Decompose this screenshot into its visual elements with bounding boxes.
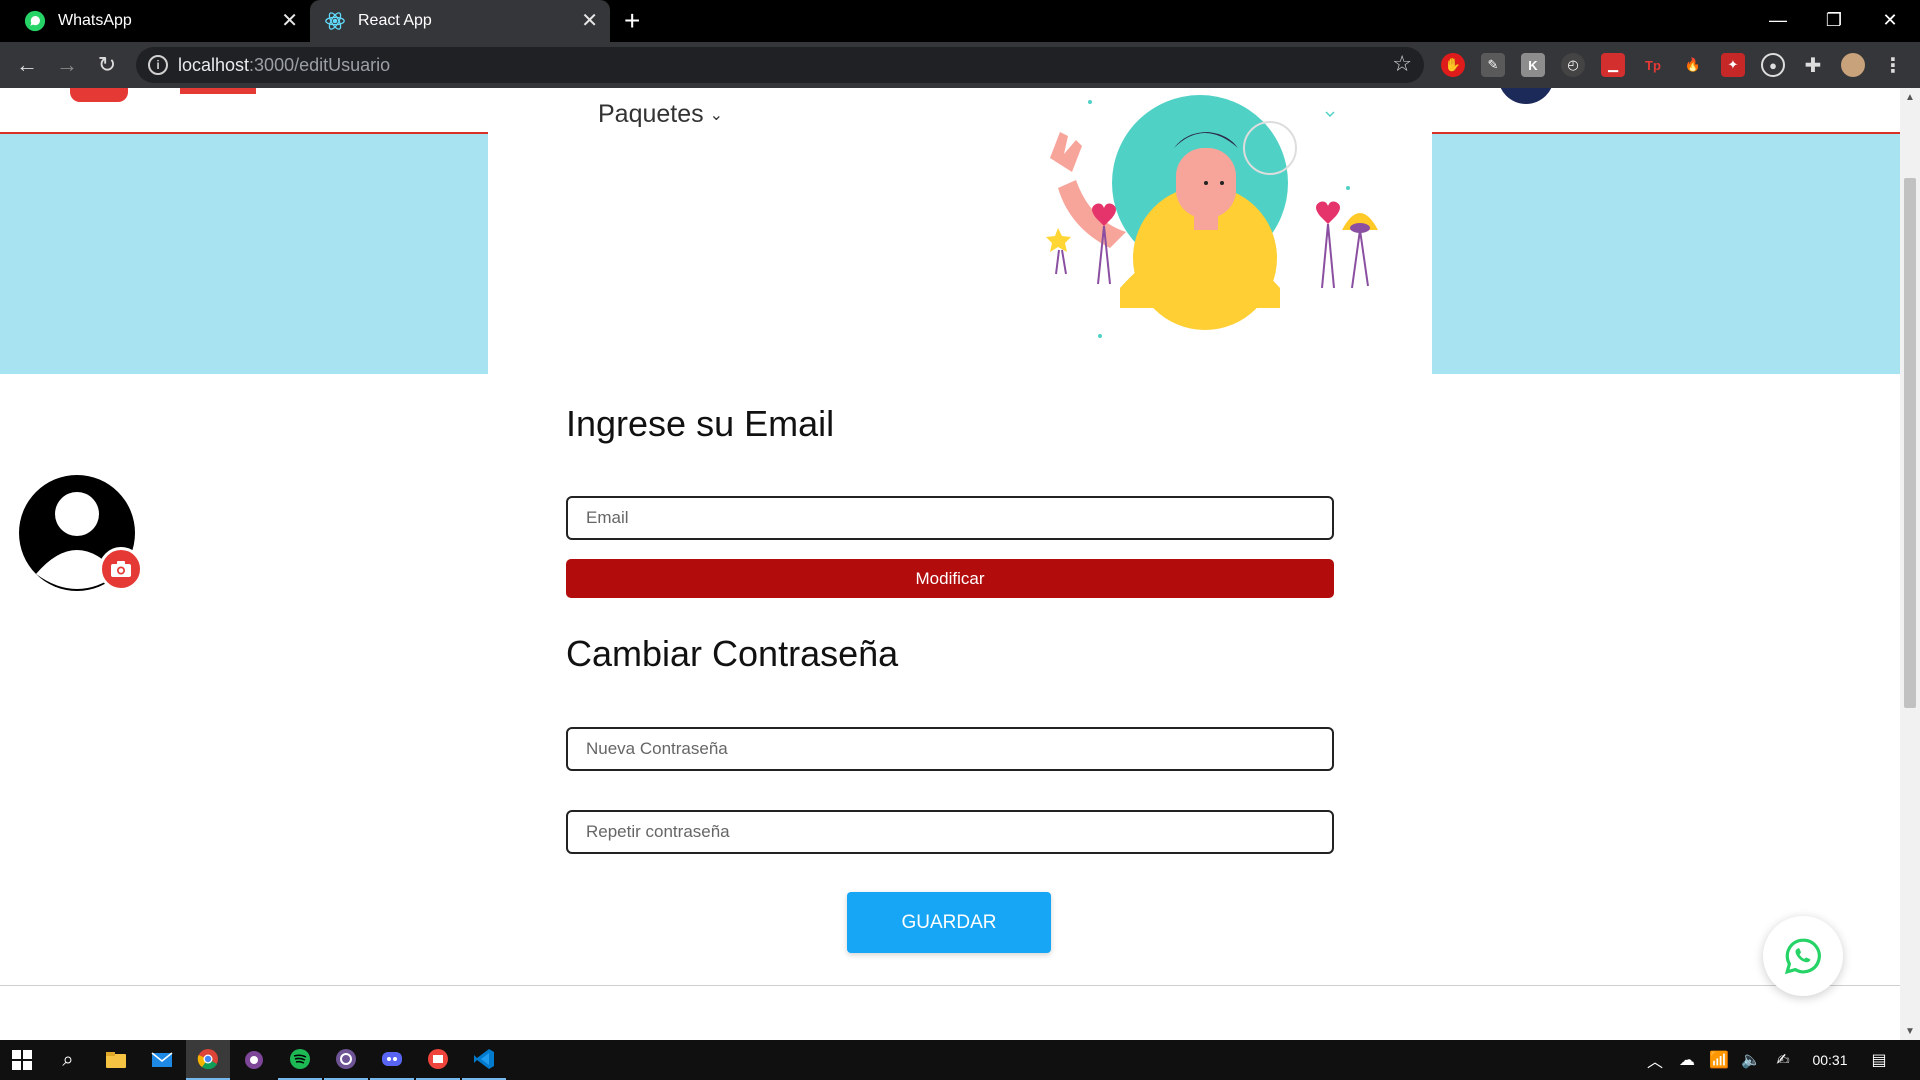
modify-email-button[interactable]: Modificar xyxy=(566,559,1334,598)
mail-icon[interactable] xyxy=(140,1040,184,1080)
github-desktop-icon[interactable] xyxy=(324,1040,368,1080)
anydesk-icon[interactable] xyxy=(416,1040,460,1080)
new-password-input[interactable] xyxy=(566,727,1334,771)
email-input[interactable] xyxy=(566,496,1334,540)
grammar-extension-icon[interactable]: K xyxy=(1521,53,1545,77)
file-explorer-icon[interactable] xyxy=(94,1040,138,1080)
close-tab-icon[interactable]: ✕ xyxy=(281,10,298,32)
url-text[interactable]: localhost:3000/editUsuario xyxy=(178,55,390,76)
scroll-up-icon[interactable]: ▲ xyxy=(1905,92,1915,103)
windows-taskbar: ⌕ ︿ ☁ 📶 🔈 ✍ 00:31 ▤ xyxy=(0,1040,1920,1080)
vscode-icon[interactable] xyxy=(462,1040,506,1080)
notifications-icon[interactable]: ▤ xyxy=(1864,1040,1894,1080)
restore-icon[interactable]: ❐ xyxy=(1806,0,1862,40)
volume-icon[interactable]: 🔈 xyxy=(1736,1040,1766,1080)
scrollbar-thumb[interactable] xyxy=(1904,178,1916,708)
puzzle-red-extension-icon[interactable]: ✦ xyxy=(1721,53,1745,77)
new-tab-icon[interactable]: + xyxy=(624,6,640,36)
chrome-icon[interactable] xyxy=(186,1040,230,1080)
windows-start-icon[interactable] xyxy=(0,1040,44,1080)
whatsapp-icon xyxy=(1784,938,1821,975)
browser-toolbar: ← → ↻ i localhost:3000/editUsuario ☆ ✋ ✎… xyxy=(0,42,1920,88)
save-password-button[interactable]: GUARDAR xyxy=(847,892,1051,953)
react-icon xyxy=(324,10,346,32)
reload-icon[interactable]: ↻ xyxy=(92,50,122,80)
site-info-icon[interactable]: i xyxy=(148,55,168,75)
pen-workspace-icon[interactable]: ✍ xyxy=(1768,1040,1798,1080)
discord-icon[interactable] xyxy=(370,1040,414,1080)
minimize-icon[interactable]: — xyxy=(1750,0,1806,40)
chart-extension-icon[interactable]: ▁ xyxy=(1601,53,1625,77)
logo-text xyxy=(180,88,256,94)
tp-extension-icon[interactable]: Tp xyxy=(1641,53,1665,77)
search-icon[interactable]: ⌕ xyxy=(46,1040,90,1080)
page-content: Paquetes ⌄ Ingrese su Email Email Modifi… xyxy=(0,88,1900,1040)
logo xyxy=(70,88,128,102)
menu-kebab-icon[interactable]: ⋮ xyxy=(1881,53,1905,77)
whatsapp-float-button[interactable] xyxy=(1763,916,1843,996)
tab-whatsapp[interactable]: WhatsApp ✕ xyxy=(10,0,310,42)
hero-band-right xyxy=(1432,134,1900,374)
extensions-puzzle-icon[interactable]: ✚ xyxy=(1801,53,1825,77)
scroll-down-icon[interactable]: ▼ xyxy=(1905,1026,1915,1037)
tor-browser-icon[interactable] xyxy=(232,1040,276,1080)
fire-extension-icon[interactable]: 🔥 xyxy=(1681,53,1705,77)
change-photo-button[interactable] xyxy=(99,547,143,591)
user-avatar[interactable] xyxy=(1498,88,1554,104)
speed-extension-icon[interactable]: ◴ xyxy=(1561,53,1585,77)
repeat-password-input[interactable] xyxy=(566,810,1334,854)
tab-title: WhatsApp xyxy=(58,12,132,29)
password-section-title: Cambiar Contraseña xyxy=(566,633,899,674)
email-section-title: Ingrese su Email xyxy=(566,403,835,444)
camera-icon xyxy=(111,561,131,577)
spotify-icon[interactable] xyxy=(278,1040,322,1080)
footer-divider xyxy=(0,985,1900,986)
browser-tab-bar: WhatsApp ✕ React App ✕ + — ❐ ✕ xyxy=(0,0,1920,42)
back-icon[interactable]: ← xyxy=(12,50,42,80)
wifi-icon[interactable]: 📶 xyxy=(1704,1040,1734,1080)
show-hidden-icons-icon[interactable]: ︿ xyxy=(1640,1040,1670,1080)
hero-band-left xyxy=(0,134,488,374)
clock[interactable]: 00:31 xyxy=(1802,1040,1858,1080)
nav-paquetes-label: Paquetes xyxy=(598,100,704,128)
target-extension-icon[interactable]: ● xyxy=(1761,53,1785,77)
window-close-icon[interactable]: ✕ xyxy=(1862,0,1918,40)
page-scrollbar[interactable]: ▲ ▼ xyxy=(1900,88,1920,1040)
waving-person-illustration xyxy=(1046,95,1378,338)
pen-extension-icon[interactable]: ✎ xyxy=(1481,53,1505,77)
chevron-down-icon: ⌄ xyxy=(709,106,724,124)
profile-avatar-icon[interactable] xyxy=(1841,53,1865,77)
tab-title: React App xyxy=(358,12,432,29)
address-bar[interactable]: i localhost:3000/editUsuario ☆ xyxy=(136,47,1424,83)
close-tab-icon[interactable]: ✕ xyxy=(581,10,598,32)
forward-icon[interactable]: → xyxy=(52,50,82,80)
whatsapp-icon xyxy=(24,10,46,32)
onedrive-icon[interactable]: ☁ xyxy=(1672,1040,1702,1080)
bookmark-star-icon[interactable]: ☆ xyxy=(1392,51,1412,77)
tab-react-app[interactable]: React App ✕ xyxy=(310,0,610,42)
adblock-extension-icon[interactable]: ✋ xyxy=(1441,53,1465,77)
nav-paquetes[interactable]: Paquetes ⌄ xyxy=(598,100,723,129)
